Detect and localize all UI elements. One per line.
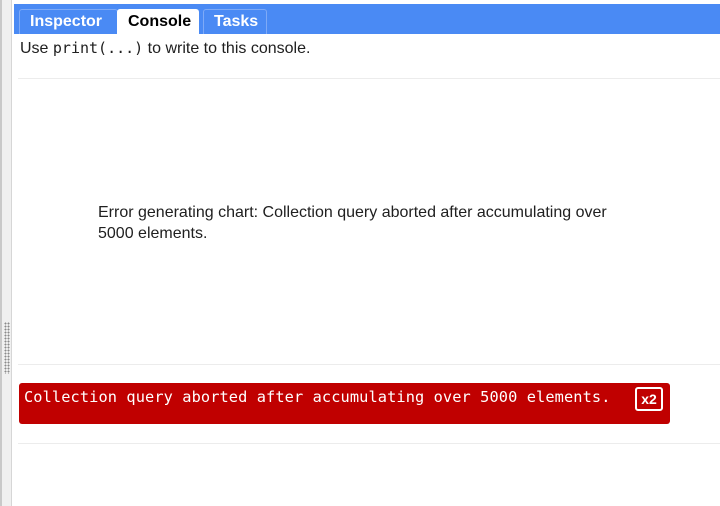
console-divider — [18, 78, 720, 79]
hint-code: print(...) — [52, 39, 144, 57]
error-message-text: Collection query aborted after accumulat… — [24, 388, 611, 406]
hint-suffix: to write to this console. — [143, 40, 311, 57]
console-panel: Inspector Console Tasks Use print(...) t… — [0, 0, 720, 506]
console-hint: Use print(...) to write to this console. — [20, 39, 310, 58]
hint-prefix: Use — [20, 40, 53, 57]
splitter-edge — [0, 0, 2, 506]
console-divider — [18, 364, 720, 365]
error-count-badge: x2 — [635, 387, 663, 411]
panel-splitter[interactable] — [0, 0, 12, 506]
drag-handle-icon[interactable] — [4, 322, 10, 374]
console-divider — [18, 443, 720, 444]
tab-inspector[interactable]: Inspector — [19, 9, 118, 34]
tab-console[interactable]: Console — [117, 9, 199, 34]
tab-tasks[interactable]: Tasks — [203, 9, 267, 34]
error-message-bar[interactable]: Collection query aborted after accumulat… — [19, 383, 670, 424]
chart-error-message: Error generating chart: Collection query… — [98, 204, 607, 242]
tab-bar: Inspector Console Tasks — [14, 4, 720, 34]
